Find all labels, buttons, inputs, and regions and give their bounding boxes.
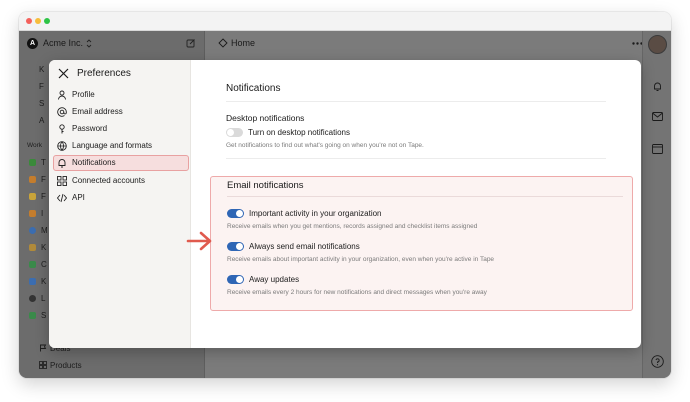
nav-item-profile[interactable]: Profile bbox=[53, 87, 189, 103]
workspace-square-icon bbox=[29, 210, 36, 217]
page-title: Home bbox=[231, 38, 256, 48]
toggle-knob bbox=[236, 210, 243, 217]
nav-item-notifications[interactable]: Notifications bbox=[53, 155, 189, 171]
workspace-square-icon bbox=[29, 261, 36, 268]
inbox-icon[interactable] bbox=[652, 112, 663, 121]
workspace-square-icon bbox=[29, 295, 36, 302]
workspace-item[interactable]: K bbox=[41, 243, 46, 252]
chevron-updown-icon[interactable] bbox=[86, 39, 92, 48]
desktop-notifications-label: Turn on desktop notifications bbox=[248, 128, 350, 137]
workspace-item[interactable]: K bbox=[41, 277, 46, 286]
bell-icon[interactable] bbox=[652, 81, 663, 92]
toggle-knob bbox=[236, 243, 243, 250]
nav-item-email-address[interactable]: Email address bbox=[53, 104, 189, 120]
workspace-square-icon bbox=[29, 159, 36, 166]
workspace-item[interactable]: M bbox=[41, 226, 48, 235]
desktop-notifications-toggle[interactable] bbox=[226, 128, 243, 137]
divider bbox=[227, 196, 623, 197]
away-updates-toggle[interactable] bbox=[227, 275, 244, 284]
desktop-notifications-title: Desktop notifications bbox=[226, 113, 305, 123]
preferences-sidebar: Preferences Profile Email address Passwo… bbox=[49, 60, 191, 348]
nav-item-label: Password bbox=[72, 124, 108, 133]
workspace-name[interactable]: Acme Inc. bbox=[43, 38, 83, 48]
desktop-notifications-description: Get notifications to find out what's goi… bbox=[226, 142, 424, 149]
workspace-item[interactable]: I bbox=[41, 209, 43, 218]
toggle-knob bbox=[236, 276, 243, 283]
toggle-knob bbox=[227, 129, 234, 136]
workspace-square-icon bbox=[29, 193, 36, 200]
always-send-toggle[interactable] bbox=[227, 242, 244, 251]
nav-item-label: Connected accounts bbox=[72, 176, 145, 185]
workspace-item[interactable]: T bbox=[41, 158, 46, 167]
at-sign-icon bbox=[57, 107, 67, 117]
key-icon bbox=[59, 124, 65, 134]
globe-icon bbox=[57, 141, 67, 151]
important-activity-label: Important activity in your organization bbox=[249, 209, 382, 218]
important-activity-toggle[interactable] bbox=[227, 209, 244, 218]
compose-icon[interactable] bbox=[186, 38, 196, 48]
zoom-window-dot[interactable] bbox=[44, 18, 50, 24]
flag-icon bbox=[40, 344, 47, 352]
workspace-square-icon bbox=[29, 278, 36, 285]
nav-item-label: Email address bbox=[72, 107, 123, 116]
calendar-icon[interactable] bbox=[652, 143, 663, 154]
nav-item-connected-accounts[interactable]: Connected accounts bbox=[53, 173, 189, 189]
home-icon bbox=[218, 38, 228, 48]
workspace-item[interactable]: F bbox=[41, 175, 46, 184]
code-icon bbox=[57, 193, 67, 203]
email-notifications-title: Email notifications bbox=[227, 180, 304, 191]
window-titlebar bbox=[19, 12, 671, 31]
email-notifications-section: Email notifications Important activity i… bbox=[210, 176, 633, 311]
workspace-square-icon bbox=[29, 227, 36, 234]
modal-title: Preferences bbox=[77, 68, 131, 79]
important-activity-description: Receive emails when you get mentions, re… bbox=[227, 223, 478, 230]
grid-icon bbox=[57, 176, 67, 186]
nav-item-label: Profile bbox=[72, 90, 95, 99]
minimize-window-dot[interactable] bbox=[35, 18, 41, 24]
workspace-square-icon bbox=[29, 312, 36, 319]
nav-item-label: Notifications bbox=[72, 158, 116, 167]
sidebar-item-fragment[interactable]: F bbox=[39, 82, 44, 91]
sidebar-item-fragment[interactable]: K bbox=[39, 65, 44, 74]
workspace-item[interactable]: C bbox=[41, 260, 47, 269]
workspace-item[interactable]: F bbox=[41, 192, 46, 201]
nav-item-api[interactable]: API bbox=[53, 190, 189, 206]
always-send-label: Always send email notifications bbox=[249, 242, 360, 251]
app-right-rail bbox=[642, 31, 671, 378]
bell-icon bbox=[58, 159, 66, 168]
workspace-square-icon bbox=[29, 244, 36, 251]
workspace-square-icon bbox=[29, 176, 36, 183]
sidebar-item-fragment[interactable]: A bbox=[39, 116, 44, 125]
divider bbox=[226, 101, 606, 102]
arrow-right-icon bbox=[186, 231, 212, 251]
close-window-dot[interactable] bbox=[26, 18, 32, 24]
user-icon bbox=[58, 90, 66, 100]
close-icon[interactable] bbox=[58, 68, 69, 79]
workspace-item[interactable]: S bbox=[41, 311, 46, 320]
nav-item-label: Language and formats bbox=[72, 141, 153, 150]
workspace-logo[interactable]: A bbox=[27, 38, 38, 49]
nav-item-label: API bbox=[72, 193, 85, 202]
avatar[interactable] bbox=[648, 35, 667, 54]
section-title: Notifications bbox=[226, 83, 281, 94]
help-icon[interactable] bbox=[651, 355, 664, 368]
sidebar-item-products[interactable]: Products bbox=[50, 361, 82, 370]
workspace-item[interactable]: L bbox=[41, 294, 45, 303]
always-send-description: Receive emails about important activity … bbox=[227, 256, 495, 263]
away-updates-description: Receive emails every 2 hours for new not… bbox=[227, 289, 487, 296]
sidebar-item-fragment[interactable]: S bbox=[39, 99, 44, 108]
grid-icon bbox=[39, 361, 47, 369]
workspaces-section-label: Work bbox=[27, 142, 43, 149]
nav-item-password[interactable]: Password bbox=[53, 121, 189, 137]
divider bbox=[226, 158, 606, 159]
nav-item-language[interactable]: Language and formats bbox=[53, 138, 189, 154]
away-updates-label: Away updates bbox=[249, 275, 300, 284]
